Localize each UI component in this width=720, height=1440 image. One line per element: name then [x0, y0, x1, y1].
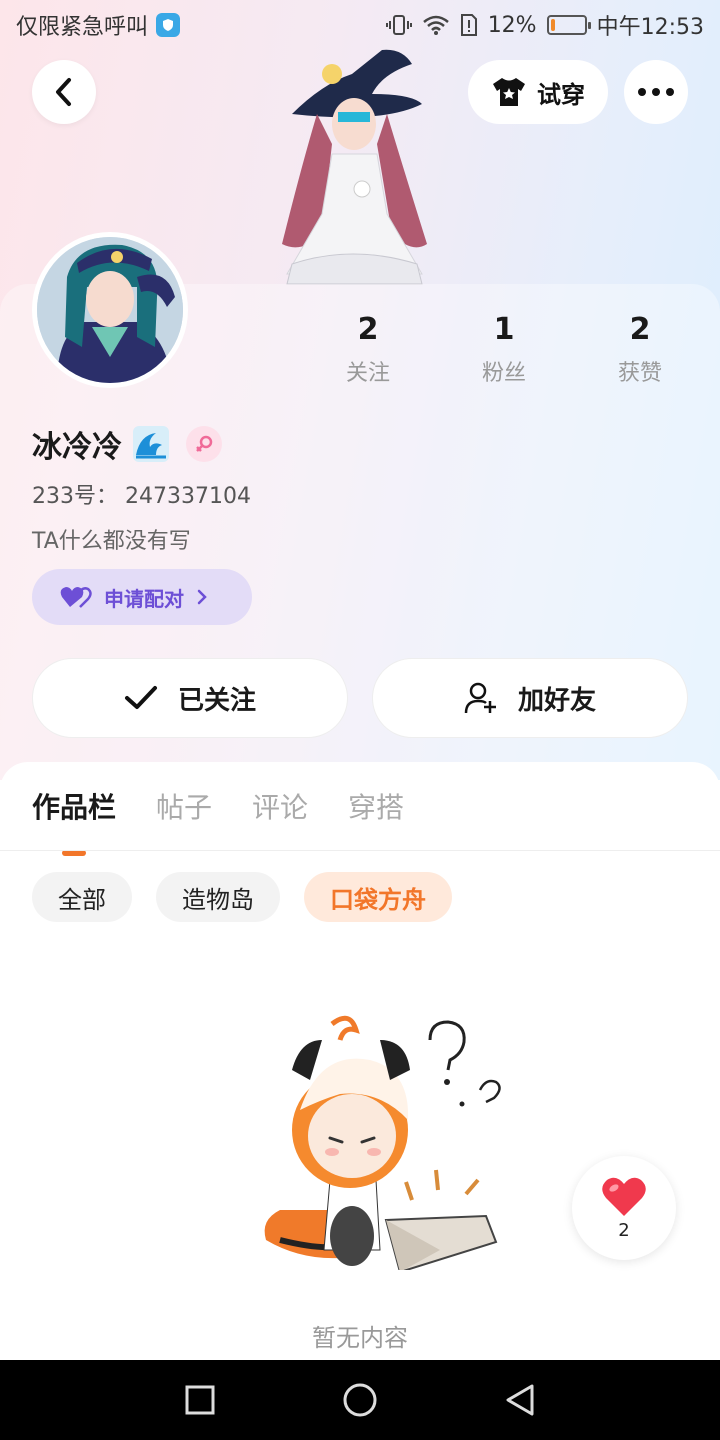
system-nav-bar [0, 1360, 720, 1440]
followed-button[interactable]: 已关注 [32, 658, 348, 738]
content-tabs: 作品栏 帖子 评论 穿搭 [32, 786, 404, 826]
nav-back-button[interactable] [490, 1370, 550, 1430]
chevron-left-icon [56, 78, 71, 106]
add-friend-label: 加好友 [517, 685, 596, 716]
stat-value: 2 [629, 312, 651, 347]
username: 冰冷冷 [32, 430, 122, 465]
battery-icon [546, 15, 591, 35]
stat-label: 关注 [345, 361, 390, 386]
try-on-label: 试穿 [537, 80, 585, 109]
empty-state-illustration [240, 1010, 510, 1274]
more-dots-icon [638, 88, 674, 96]
stat-likes[interactable]: 2 获赞 [572, 312, 708, 387]
sim-alert-icon [460, 13, 478, 37]
status-left: 仅限紧急呼叫 [16, 9, 181, 41]
tshirt-icon [493, 78, 525, 106]
vibrate-icon [385, 13, 412, 37]
status-bar: 仅限紧急呼叫 12% 中午12:53 [0, 0, 720, 50]
female-icon [186, 426, 222, 462]
status-right: 12% 中午12:53 [385, 9, 704, 41]
shield-icon [156, 13, 181, 37]
tab-works[interactable]: 作品栏 [32, 786, 116, 826]
empty-state-text: 暂无内容 [312, 1324, 408, 1352]
tab-comments[interactable]: 评论 [252, 786, 308, 826]
tab-outfits[interactable]: 穿搭 [348, 786, 404, 826]
like-button[interactable]: 2 [572, 1156, 676, 1260]
filter-chips: 全部 造物岛 口袋方舟 [32, 872, 452, 922]
chip-all[interactable]: 全部 [32, 872, 132, 922]
request-pair-label: 申请配对 [104, 586, 184, 611]
stat-value: 2 [357, 312, 379, 347]
circle-icon [343, 1383, 377, 1417]
user-id: 233号： 247337104 [32, 484, 251, 509]
tab-posts[interactable]: 帖子 [156, 786, 212, 826]
add-friend-button[interactable]: 加好友 [372, 658, 688, 738]
checkmark-icon [124, 686, 157, 709]
wifi-icon [422, 14, 450, 36]
carrier-text: 仅限紧急呼叫 [16, 15, 149, 40]
stat-label: 获赞 [617, 361, 662, 386]
triangle-back-icon [506, 1384, 534, 1416]
add-user-icon [464, 682, 496, 714]
stats-row: 2 关注 1 粉丝 2 获赞 [300, 312, 720, 387]
stat-value: 1 [493, 312, 515, 347]
user-bio: TA什么都没有写 [32, 529, 191, 554]
stat-followers[interactable]: 1 粉丝 [436, 312, 572, 387]
chevron-right-icon [197, 589, 207, 605]
chip-creation-island[interactable]: 造物岛 [156, 872, 280, 922]
more-options-button[interactable] [624, 60, 688, 124]
stat-label: 粉丝 [481, 361, 526, 386]
avatar[interactable] [32, 232, 188, 388]
try-on-button[interactable]: 试穿 [468, 60, 608, 124]
username-row: 冰冷冷 [32, 422, 222, 466]
square-icon [185, 1385, 215, 1415]
stat-following[interactable]: 2 关注 [300, 312, 436, 387]
avatar-image [37, 237, 183, 383]
request-pair-button[interactable]: 申请配对 [32, 569, 252, 625]
nav-home-button[interactable] [330, 1370, 390, 1430]
battery-fill [550, 19, 555, 31]
back-button[interactable] [32, 60, 96, 124]
heart-icon [602, 1177, 646, 1216]
hearts-icon [60, 587, 92, 608]
chip-pocket-ark[interactable]: 口袋方舟 [304, 872, 452, 922]
followed-label: 已关注 [177, 685, 256, 716]
character-figure [262, 44, 448, 288]
nav-recents-button[interactable] [170, 1370, 230, 1430]
battery-percent: 12% [487, 12, 537, 38]
wave-emoji-icon [132, 425, 170, 463]
like-count: 2 [618, 1219, 630, 1241]
status-time: 中午12:53 [596, 15, 704, 40]
tab-divider [0, 850, 720, 851]
